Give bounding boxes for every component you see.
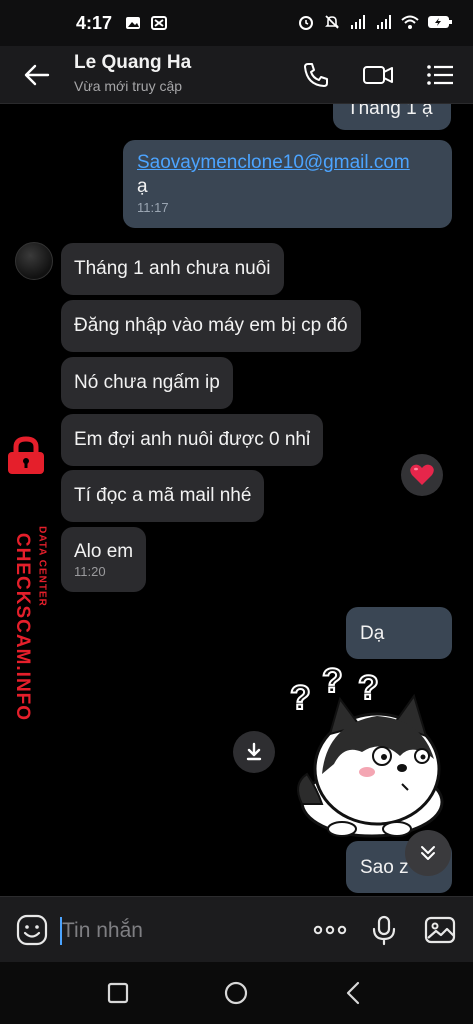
outgoing-message[interactable]: Saovaymenclone10@gmail.com ạ 11:17 [123,140,452,228]
message-text: Nó chưa ngấm ip [74,372,220,393]
svg-text:?: ? [290,679,311,717]
back-icon[interactable] [340,979,368,1007]
more-options-icon[interactable] [312,914,348,946]
phone-icon[interactable] [300,59,332,91]
chat-header: Le Quang Ha Vừa mới truy cập [0,46,473,104]
chat-area[interactable]: Tháng 1 ạ Saovaymenclone10@gmail.com ạ 1… [0,104,473,896]
system-nav-bar [0,962,473,1024]
home-icon[interactable] [222,979,250,1007]
image-icon [126,17,140,29]
watermark-text: CHECKSCAM.INFO [12,532,33,722]
contact-name[interactable]: Le Quang Ha [74,52,191,74]
back-arrow-icon[interactable] [22,60,52,90]
message-text: Em đợi anh nuôi được 0 nhỉ [74,429,311,450]
video-icon[interactable] [362,59,394,91]
menu-list-icon[interactable] [424,59,456,91]
husky-sticker[interactable]: ? ? ? [282,664,447,839]
mute-icon [325,15,339,29]
wifi-icon [401,15,419,29]
message-input[interactable]: Tin nhắn [62,919,143,943]
watermark: CHECKSCAM.INFO DATA CENTER [0,436,52,776]
message-composer: Tin nhắn [0,896,473,962]
status-right-icons [297,13,453,31]
svg-text:?: ? [358,669,379,707]
download-icon [246,742,262,761]
message-text: Tí đọc a mã mail nhé [74,485,252,506]
message-text: Đăng nhập vào máy em bị cp đó [74,315,348,336]
message-text: Alo em [74,540,134,562]
message-text: ạ [137,176,148,197]
status-bar: 4:17 [0,0,473,46]
signal-icon [351,15,365,29]
message-text: Tháng 1 ạ [347,104,433,119]
signal-icon [377,15,391,29]
download-button[interactable] [233,731,275,773]
avatar[interactable] [15,242,53,280]
heart-reaction[interactable] [401,454,443,496]
heart-icon [410,464,434,485]
incoming-message[interactable]: Đăng nhập vào máy em bị cp đó [61,300,361,352]
scroll-down-button[interactable] [405,830,451,876]
outgoing-message[interactable]: Tháng 1 ạ [333,104,451,130]
svg-text:?: ? [322,664,343,700]
message-time: 11:17 [137,200,169,215]
watermark-subtext: DATA CENTER [36,526,48,607]
battery-charging-icon [428,16,452,28]
status-time: 4:17 [76,13,113,33]
email-link[interactable]: Saovaymenclone10@gmail.com [137,152,410,173]
double-chevron-down-icon [421,846,435,860]
alarm-icon [299,16,313,30]
capcut-icon [151,16,167,30]
microphone-icon[interactable] [368,914,400,946]
message-text: Sao z [360,857,409,878]
message-time: 11:20 [74,563,106,579]
recent-apps-icon[interactable] [104,979,132,1007]
contact-status: Vừa mới truy cập [74,78,183,94]
message-text: Dạ [360,623,385,644]
status-left-icons [124,14,168,32]
outgoing-message[interactable]: Dạ [346,607,452,659]
incoming-message[interactable]: Tháng 1 anh chưa nuôi [61,243,284,295]
incoming-message[interactable]: Tí đọc a mã mail nhé [61,470,265,522]
incoming-message[interactable]: Alo em 11:20 [61,527,147,592]
emoji-icon[interactable] [16,914,48,946]
gallery-icon[interactable] [424,914,456,946]
message-text: Tháng 1 anh chưa nuôi [74,258,271,279]
incoming-message[interactable]: Em đợi anh nuôi được 0 nhỉ [61,414,324,466]
incoming-message[interactable]: Nó chưa ngấm ip [61,357,233,409]
